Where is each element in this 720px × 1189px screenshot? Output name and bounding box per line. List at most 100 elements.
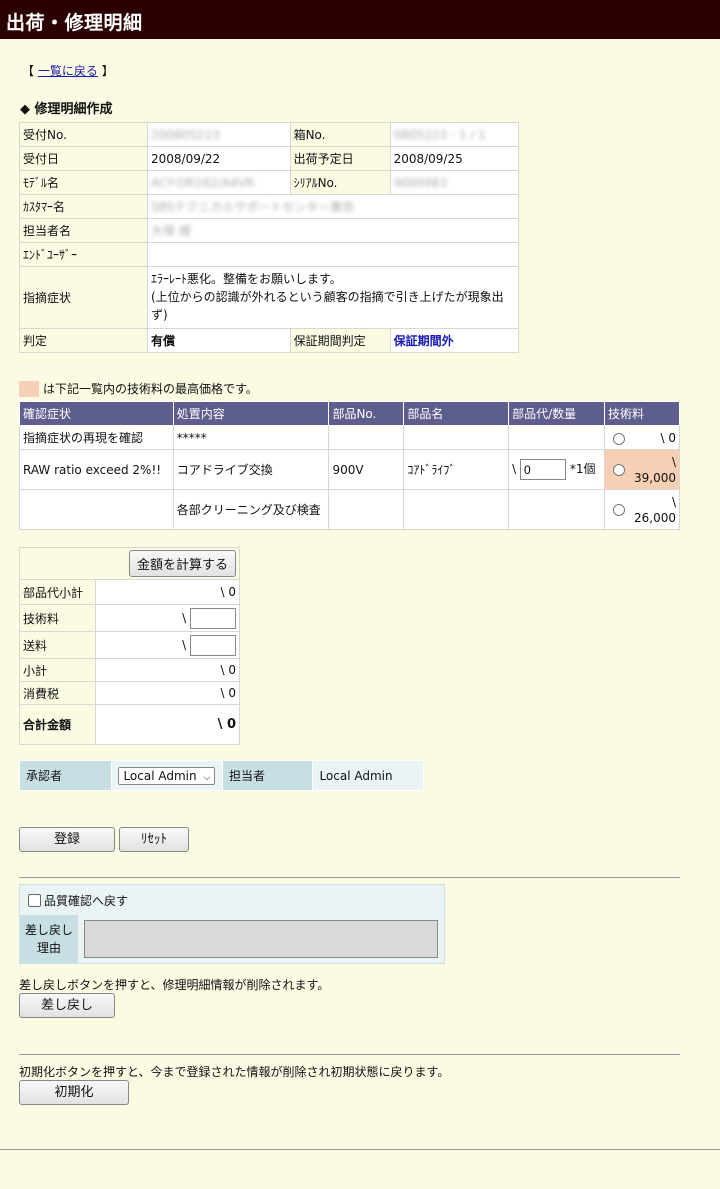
footer-divider bbox=[0, 1149, 720, 1150]
table-row-symptom: 指摘症状の再現を確認 bbox=[19, 425, 174, 450]
col-part-no: 部品No. bbox=[328, 401, 405, 426]
highlight-swatch bbox=[19, 380, 39, 397]
table-row-fee: \ 0 bbox=[604, 425, 680, 450]
staff-label: 担当者名 bbox=[19, 218, 148, 243]
approver-label: 承認者 bbox=[18, 760, 113, 791]
table-row-qty: \ *1個 bbox=[508, 449, 606, 490]
warranty-value: 保証期間外 bbox=[389, 328, 520, 353]
table-row-action: ***** bbox=[172, 425, 330, 450]
tech-fee-yen: \ bbox=[182, 610, 187, 625]
tech-fee-input[interactable] bbox=[190, 607, 236, 629]
return-to-qc-label: 品質確認へ戻す bbox=[44, 893, 129, 908]
return-to-qc-checkbox[interactable] bbox=[28, 893, 41, 907]
table-row-fee: \ 39,000 bbox=[604, 449, 680, 490]
repair-info-table: 受付No. 200805223 箱No. 0805223 - 1 / 1 受付日… bbox=[19, 122, 520, 353]
fee-radio-3[interactable] bbox=[613, 503, 626, 516]
model-value: ACY-DR162/A4VR bbox=[147, 170, 291, 195]
work-table: 確認症状 処置内容 部品No. 部品名 部品代/数量 技術料 指摘症状の再現を確… bbox=[19, 401, 680, 530]
price-legend: は下記一覧内の技術料の最高価格です。 bbox=[19, 380, 258, 397]
init-note: 初期化ボタンを押すと、今まで登録された情報が削除され初期状態に戻ります。 bbox=[19, 1065, 450, 1079]
symptom-label: 指摘症状 bbox=[19, 266, 148, 329]
approver-select[interactable]: Local Admin ⌵ bbox=[118, 766, 216, 785]
qty-suffix: *1個 bbox=[569, 462, 596, 476]
subtotal-label: 小計 bbox=[19, 658, 96, 682]
customer-value: SBSテクニカルサポートセンター東京 bbox=[147, 194, 519, 219]
revert-note: 差し戻しボタンを押すと、修理明細情報が削除されます。 bbox=[19, 978, 330, 992]
back-to-list-link[interactable]: 一覧に戻る bbox=[38, 64, 98, 78]
revert-checkbox-row: 品質確認へ戻す bbox=[20, 885, 444, 915]
calc-table: 金額を計算する 部品代小計 \ 0 技術料 \ 送料 \ 小計 \ 0 消費税 … bbox=[19, 547, 240, 745]
approver-cell: Local Admin ⌵ bbox=[111, 760, 223, 791]
back-nav: 【 一覧に戻る 】 bbox=[22, 62, 114, 79]
receipt-no-value: 200805223 bbox=[147, 122, 291, 147]
divider-1 bbox=[19, 877, 680, 878]
calculate-button[interactable]: 金額を計算する bbox=[128, 550, 236, 577]
table-row-fee: \ 26,000 bbox=[604, 489, 680, 530]
initialize-button[interactable]: 初期化 bbox=[19, 1080, 129, 1105]
judgement-value: 有償 bbox=[147, 328, 291, 353]
revert-reason-label: 差し戻し 理由 bbox=[20, 915, 78, 963]
send-back-button[interactable]: 差し戻し bbox=[19, 993, 115, 1018]
model-label: ﾓﾃﾞﾙ名 bbox=[19, 170, 148, 195]
table-row-qty bbox=[508, 425, 606, 450]
col-part-name: 部品名 bbox=[403, 401, 510, 426]
ship-date-value: 2008/09/25 bbox=[389, 146, 520, 171]
register-button[interactable]: 登録 bbox=[19, 827, 115, 852]
bracket-close: 】 bbox=[101, 64, 114, 78]
table-row-part-name bbox=[403, 489, 510, 530]
revert-reason-textarea[interactable] bbox=[84, 920, 438, 958]
shipping-yen: \ bbox=[182, 637, 187, 652]
table-row-symptom bbox=[19, 489, 174, 530]
tech-fee-label: 技術料 bbox=[19, 604, 96, 632]
warranty-label: 保証期間判定 bbox=[289, 328, 391, 353]
staff-assignee-value: Local Admin bbox=[312, 760, 424, 791]
fee-value-1: \ 0 bbox=[660, 430, 677, 445]
shipping-input[interactable] bbox=[190, 634, 236, 656]
fee-radio-1[interactable] bbox=[613, 432, 626, 445]
tax-label: 消費税 bbox=[19, 681, 96, 705]
shipping-cell: \ bbox=[95, 631, 240, 659]
page-title: 出荷・修理明細 bbox=[6, 12, 143, 34]
part-price-input[interactable] bbox=[520, 459, 566, 480]
tech-fee-cell: \ bbox=[95, 604, 240, 632]
bracket-open: 【 bbox=[22, 64, 35, 78]
table-row-qty bbox=[508, 489, 606, 530]
enduser-value bbox=[147, 242, 519, 267]
col-action: 処置内容 bbox=[172, 401, 330, 426]
chevron-down-icon: ⌵ bbox=[203, 772, 211, 783]
page-header: 出荷・修理明細 bbox=[0, 0, 720, 39]
table-row-part-no: 900V bbox=[328, 449, 405, 490]
qty-yen-sign: \ bbox=[512, 462, 517, 476]
table-row-part-name bbox=[403, 425, 510, 450]
customer-label: ｶｽﾀﾏｰ名 bbox=[19, 194, 148, 219]
col-symptom: 確認症状 bbox=[19, 401, 174, 426]
fee-radio-2[interactable] bbox=[613, 463, 626, 476]
section-title: ◆ 修理明細作成 bbox=[20, 102, 113, 117]
legend-text: は下記一覧内の技術料の最高価格です。 bbox=[43, 382, 258, 396]
box-no-label: 箱No. bbox=[289, 122, 391, 147]
table-row-part-no bbox=[328, 425, 405, 450]
serial-value: 9000983 bbox=[389, 170, 520, 195]
enduser-label: ｴﾝﾄﾞﾕｰｻﾞｰ bbox=[19, 242, 148, 267]
subtotal-value: \ 0 bbox=[95, 658, 240, 682]
calc-button-cell: 金額を計算する bbox=[19, 547, 240, 580]
reset-button[interactable]: ﾘｾｯﾄ bbox=[119, 827, 189, 852]
total-value: \ 0 bbox=[95, 704, 240, 745]
parts-subtotal-value: \ 0 bbox=[95, 579, 240, 605]
symptom-line-2: (上位からの認識が外れるという顧客の指摘で引き上げたが現象出ず) bbox=[151, 290, 504, 322]
table-row-action: 各部クリーニング及び検査 bbox=[172, 489, 330, 530]
approval-table: 承認者 Local Admin ⌵ 担当者 Local Admin bbox=[18, 760, 424, 791]
revert-reason-row: 差し戻し 理由 bbox=[20, 915, 444, 963]
serial-label: ｼﾘｱﾙNo. bbox=[289, 170, 391, 195]
symptom-value: ｴﾗｰﾚｰﾄ悪化。整備をお願いします。 (上位からの認識が外れるという顧客の指摘… bbox=[147, 266, 519, 329]
approver-selected: Local Admin bbox=[123, 768, 197, 783]
shipping-label: 送料 bbox=[19, 631, 96, 659]
table-row-part-name: ｺｱﾄﾞﾗｲﾌﾞ bbox=[403, 449, 510, 490]
table-row-part-no bbox=[328, 489, 405, 530]
tax-value: \ 0 bbox=[95, 681, 240, 705]
symptom-line-1: ｴﾗｰﾚｰﾄ悪化。整備をお願いします。 bbox=[151, 272, 342, 286]
staff-assignee-label: 担当者 bbox=[221, 760, 314, 791]
box-no-value: 0805223 - 1 / 1 bbox=[389, 122, 520, 147]
ship-date-label: 出荷予定日 bbox=[289, 146, 391, 171]
col-fee: 技術料 bbox=[604, 401, 680, 426]
